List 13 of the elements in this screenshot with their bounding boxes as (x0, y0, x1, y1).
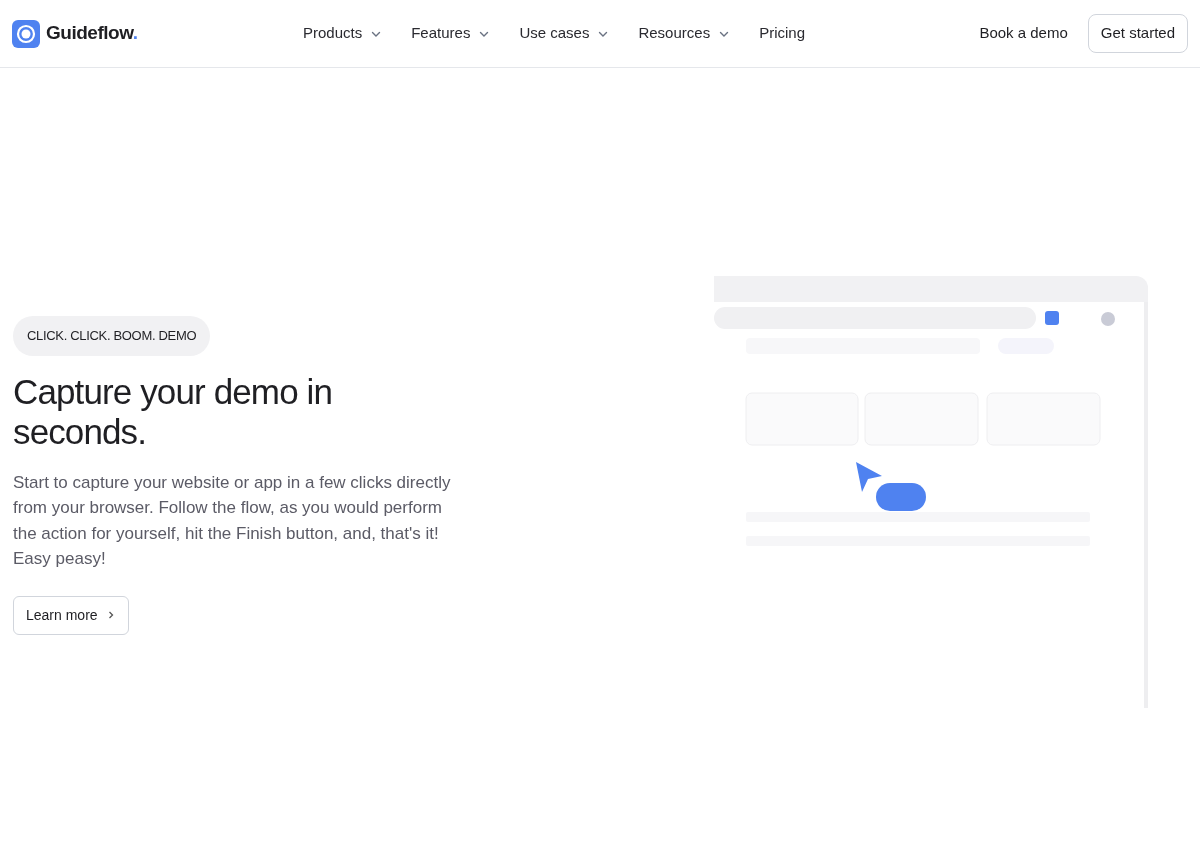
nav-menu-item[interactable]: Use cases (519, 22, 610, 45)
hero-title: Capture your demo in seconds. (13, 371, 334, 452)
nav-menu-item[interactable]: Resources (638, 22, 731, 45)
learn-more-button[interactable]: Learn more (13, 595, 129, 635)
eyebrow-badge: CLICK. CLICK. BOOM. DEMO (13, 316, 211, 356)
brand-name: Guideflow. (46, 21, 138, 46)
logo-icon (12, 19, 40, 48)
nav-menu-item[interactable]: Products (303, 22, 383, 45)
nav-menu-item[interactable]: Pricing (759, 22, 805, 45)
book-demo-link[interactable]: Book a demo (979, 22, 1068, 45)
get-started-button[interactable]: Get started (1087, 14, 1188, 53)
nav-menu-item[interactable]: Features (411, 22, 491, 45)
hero-description: Start to capture your website or app in a few clicks directly from your browser. Follow the flow, as you would perform the action for yourself, hit the Finish button, and, that's it! Easy peasy! (13, 471, 452, 570)
